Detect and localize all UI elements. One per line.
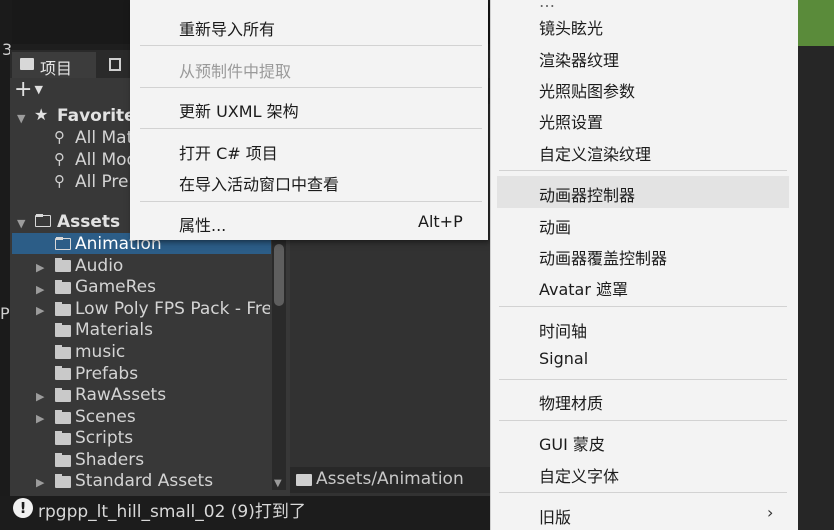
console-icon <box>109 58 121 71</box>
menu-item-physic-material[interactable]: 物理材质 <box>539 390 603 414</box>
favorite-item[interactable]: All Mod <box>75 150 137 170</box>
tab-project-label: 项目 <box>40 59 73 78</box>
folder-icon <box>55 323 71 337</box>
expand-triangle-icon[interactable]: ▶ <box>36 390 44 403</box>
breadcrumb[interactable]: Assets/Animation <box>316 469 464 489</box>
menu-separator <box>499 492 787 493</box>
folder-icon <box>55 258 71 272</box>
menu-separator <box>499 379 787 380</box>
assets-label[interactable]: Assets <box>57 212 120 232</box>
properties-shortcut: Alt+P <box>418 212 463 231</box>
menu-separator <box>140 87 482 88</box>
menu-item-animation[interactable]: 动画 <box>539 214 571 238</box>
tree-item-materials[interactable]: Materials <box>75 320 153 340</box>
folder-icon <box>55 453 71 467</box>
menu-separator <box>499 170 787 171</box>
search-icon: ⚲ <box>54 128 65 146</box>
menu-item-timeline[interactable]: 时间轴 <box>539 318 587 342</box>
add-button[interactable]: + ▼ <box>14 77 54 102</box>
tree-item-rawassets[interactable]: RawAssets <box>75 385 166 405</box>
folder-icon <box>55 431 71 445</box>
folder-icon <box>20 58 34 70</box>
search-icon: ⚲ <box>54 150 65 168</box>
menu-item-animator-controller[interactable]: 动画器控制器 <box>539 182 635 206</box>
folder-icon <box>55 237 71 250</box>
tab-console[interactable] <box>106 52 130 78</box>
menu-item-render-texture[interactable]: 渲染器纹理 <box>539 47 619 71</box>
warning-icon: ! <box>13 498 33 518</box>
menu-item-clipped: … <box>539 0 555 11</box>
editor-right-strip <box>798 46 834 530</box>
menu-item-avatar-mask[interactable]: Avatar 遮罩 <box>539 276 628 300</box>
tree-item-gameres[interactable]: GameRes <box>75 277 156 297</box>
menu-item-open-csharp-project[interactable]: 打开 C# 项目 <box>179 140 278 164</box>
tree-item-shaders[interactable]: Shaders <box>75 450 144 470</box>
expand-triangle-icon[interactable]: ▶ <box>36 304 44 317</box>
expand-triangle-icon[interactable]: ▼ <box>17 112 25 125</box>
tree-item-low-poly-fps[interactable]: Low Poly FPS Pack - Free <box>75 299 270 319</box>
menu-item-lighting-settings[interactable]: 光照设置 <box>539 109 603 133</box>
tree-item-scripts[interactable]: Scripts <box>75 428 133 448</box>
menu-item-signal[interactable]: Signal <box>539 349 588 368</box>
menu-item-reimport-all[interactable]: 重新导入所有 <box>179 16 275 40</box>
plus-icon: + <box>14 77 33 102</box>
menu-separator <box>140 128 482 129</box>
menu-separator <box>499 420 787 421</box>
menu-item-custom-font[interactable]: 自定义字体 <box>539 463 619 487</box>
folder-icon <box>55 388 71 402</box>
status-message[interactable]: rpgpp_lt_hill_small_02 (9)打到了 <box>38 497 306 522</box>
expand-triangle-icon[interactable]: ▶ <box>36 261 44 274</box>
expand-triangle-icon[interactable]: ▶ <box>36 283 44 296</box>
folder-icon <box>55 302 71 316</box>
folder-icon <box>55 410 71 424</box>
search-icon: ⚲ <box>54 172 65 190</box>
expand-triangle-icon[interactable]: ▶ <box>36 476 44 489</box>
menu-item-legacy[interactable]: 旧版 <box>539 504 571 528</box>
menu-item-lightmap-parameters[interactable]: 光照贴图参数 <box>539 78 635 102</box>
folder-icon <box>55 366 71 380</box>
menu-item-custom-render-texture[interactable]: 自定义渲染纹理 <box>539 141 651 165</box>
folder-icon <box>296 474 312 486</box>
scroll-down-icon[interactable]: ▼ <box>274 478 282 489</box>
star-icon: ★ <box>34 105 49 124</box>
menu-item-gui-skin[interactable]: GUI 蒙皮 <box>539 431 605 455</box>
menu-item-view-in-import-activity[interactable]: 在导入活动窗口中查看 <box>179 171 339 195</box>
menu-item-lens-flare[interactable]: 镜头眩光 <box>539 15 603 39</box>
folder-open-icon <box>35 214 51 227</box>
favorite-item[interactable]: All Mat <box>75 128 133 148</box>
menu-item-animator-override-controller[interactable]: 动画器覆盖控制器 <box>539 245 667 269</box>
favorite-item[interactable]: All Pre <box>75 172 129 192</box>
menu-separator <box>140 201 482 202</box>
edge-letter: P <box>0 304 10 323</box>
folder-icon <box>55 280 71 294</box>
menu-item-extract-from-prefab: 从预制件中提取 <box>179 62 292 81</box>
menu-item-properties[interactable]: 属性... <box>179 212 226 236</box>
menu-item-update-uxml-schema[interactable]: 更新 UXML 架构 <box>179 98 299 122</box>
tree-item-audio[interactable]: Audio <box>75 256 123 276</box>
folder-icon <box>55 345 71 359</box>
expand-triangle-icon[interactable]: ▶ <box>36 412 44 425</box>
tree-item-prefabs[interactable]: Prefabs <box>75 364 138 384</box>
menu-separator <box>140 45 482 46</box>
chevron-down-icon: ▼ <box>34 83 43 96</box>
chevron-right-icon: › <box>767 503 774 522</box>
tree-item-scenes[interactable]: Scenes <box>75 407 136 427</box>
tree-item-music[interactable]: music <box>75 342 125 362</box>
folder-icon <box>55 474 71 488</box>
tab-project[interactable]: 项目 <box>12 52 96 78</box>
expand-triangle-icon[interactable]: ▼ <box>17 217 25 230</box>
scrollbar-thumb[interactable] <box>274 244 284 306</box>
create-submenu: … 镜头眩光 渲染器纹理 光照贴图参数 光照设置 自定义渲染纹理 动画器控制器 … <box>490 0 798 530</box>
tree-item-standard-assets[interactable]: Standard Assets <box>75 471 213 491</box>
menu-separator <box>499 306 787 307</box>
context-menu: 重新导入所有 从预制件中提取 更新 UXML 架构 打开 C# 项目 在导入活动… <box>130 0 488 240</box>
